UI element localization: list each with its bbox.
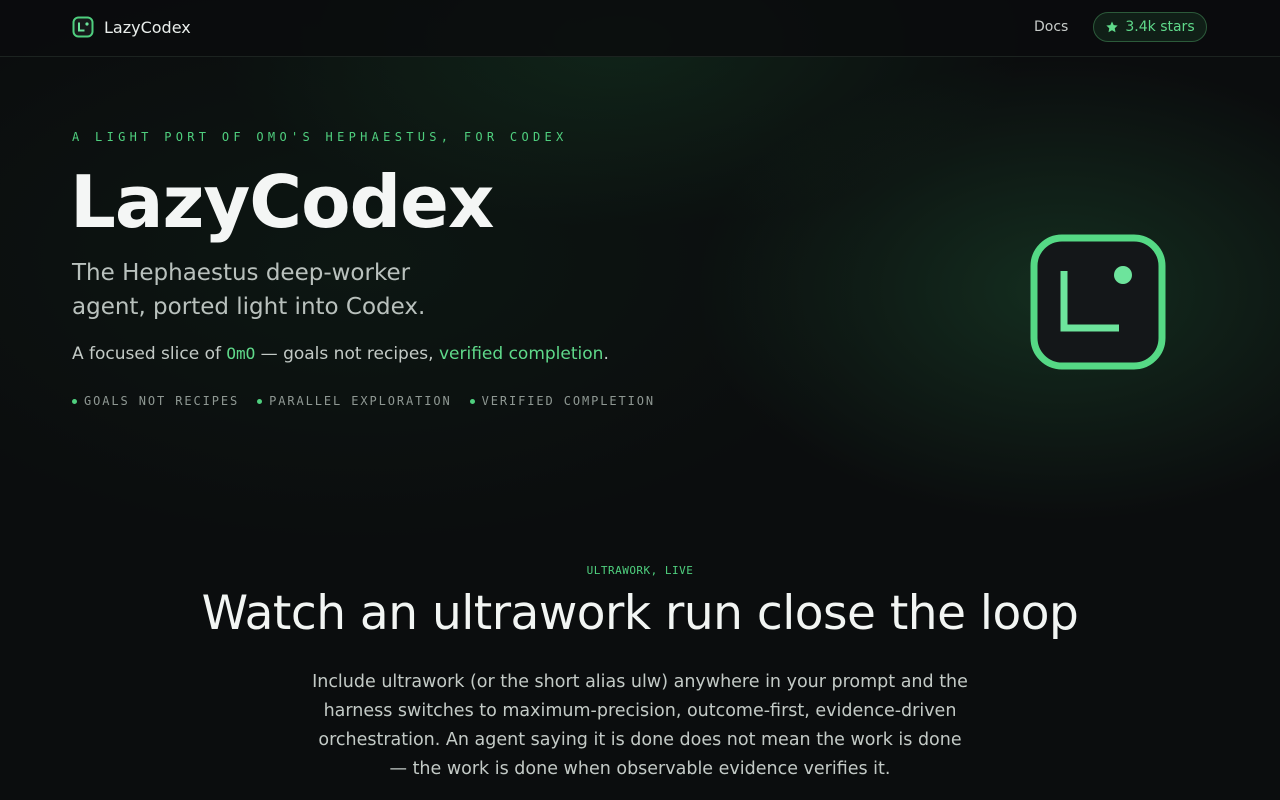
hero-eyebrow: A LIGHT PORT OF OMO'S HEPHAESTUS, FOR CO… (72, 130, 568, 144)
hero-desc-middle: — goals not recipes, (255, 344, 439, 364)
hero-desc-prefix: A focused slice of (72, 344, 227, 364)
page: LazyCodex Docs 3.4k stars A LIGHT PORT O… (0, 0, 1280, 800)
hero-title: LazyCodex (70, 160, 494, 244)
ultrawork-description: Include ultrawork (or the short alias ul… (312, 672, 968, 779)
star-icon (1105, 20, 1119, 34)
lazycodex-logo-icon (72, 16, 94, 38)
ultrawork-eyebrow: ULTRAWORK, LIVE (586, 564, 694, 577)
verified-completion-highlight: verified completion (438, 344, 604, 364)
top-navigation-bar: LazyCodex Docs 3.4k stars (0, 0, 1280, 57)
ultrawork-title: Watch an ultrawork run close the loop (201, 586, 1079, 641)
bullet-dot-icon (257, 398, 263, 404)
feature-list: GOALS NOT RECIPES PARALLEL EXPLORATION V… (72, 394, 655, 408)
hero-logo-icon (1030, 234, 1166, 370)
bullet-dot-icon (469, 398, 475, 404)
bullet-dot-icon (72, 398, 77, 404)
github-stars-button[interactable]: 3.4k stars (1093, 12, 1207, 42)
brand-name: LazyCodex (104, 17, 191, 37)
feature-label: GOALS NOT RECIPES (84, 394, 240, 408)
hero-desc-suffix: . (603, 344, 609, 364)
feature-label: VERIFIED COMPLETION (481, 394, 655, 408)
feature-item: PARALLEL EXPLORATION (257, 394, 452, 408)
feature-item: VERIFIED COMPLETION (469, 394, 655, 408)
brand-home-link[interactable]: LazyCodex (72, 16, 191, 38)
stars-count: 3.4k stars (1125, 19, 1195, 35)
docs-link[interactable]: Docs (1034, 19, 1068, 35)
feature-label: PARALLEL EXPLORATION (269, 394, 452, 408)
omo-code: OmO (226, 344, 256, 363)
hero-description: A focused slice of OmO — goals not recip… (72, 344, 609, 364)
hero-subtitle: The Hephaestus deep-worker agent, ported… (72, 260, 426, 320)
feature-item: GOALS NOT RECIPES (72, 394, 239, 408)
